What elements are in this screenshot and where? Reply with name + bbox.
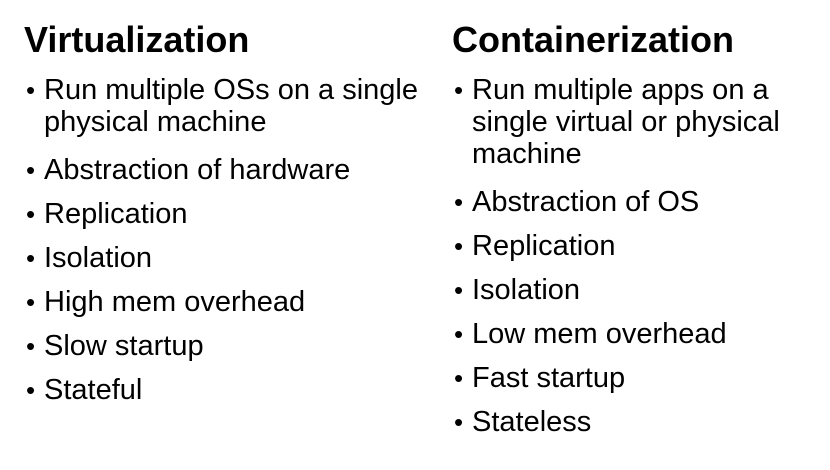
list-item-text: Fast startup bbox=[472, 362, 626, 394]
virtualization-list: • Run multiple OSs on a single physical … bbox=[24, 74, 424, 406]
list-item: • Slow startup bbox=[24, 330, 424, 362]
bullet-icon: • bbox=[454, 231, 464, 261]
list-item: • Abstraction of hardware bbox=[24, 154, 424, 186]
list-item: • Replication bbox=[24, 198, 424, 230]
containerization-column: Containerization • Run multiple apps on … bbox=[452, 18, 826, 450]
list-item: • Isolation bbox=[452, 274, 826, 306]
list-item: • Replication bbox=[452, 230, 826, 262]
list-item: • Low mem overhead bbox=[452, 318, 826, 350]
list-item: • Run multiple apps on a single virtual … bbox=[452, 74, 826, 170]
bullet-icon: • bbox=[454, 407, 464, 437]
list-item: • Run multiple OSs on a single physical … bbox=[24, 74, 424, 138]
bullet-icon: • bbox=[26, 243, 36, 273]
list-item-text: Replication bbox=[472, 230, 616, 262]
list-item-text: Run multiple OSs on a single physical ma… bbox=[44, 74, 418, 138]
comparison-slide: Virtualization • Run multiple OSs on a s… bbox=[0, 0, 830, 470]
list-item-text: Run multiple apps on a single virtual or… bbox=[472, 74, 780, 170]
bullet-icon: • bbox=[26, 287, 36, 317]
list-item-text: Abstraction of OS bbox=[472, 186, 700, 218]
containerization-title: Containerization bbox=[452, 19, 735, 60]
bullet-icon: • bbox=[26, 375, 36, 405]
bullet-icon: • bbox=[454, 319, 464, 349]
list-item: • Abstraction of OS bbox=[452, 186, 826, 218]
bullet-icon: • bbox=[26, 155, 36, 185]
list-item: • High mem overhead bbox=[24, 286, 424, 318]
list-item-text: Isolation bbox=[44, 242, 153, 274]
list-item-text: Stateless bbox=[472, 406, 592, 438]
virtualization-title: Virtualization bbox=[24, 19, 250, 60]
list-item: • Fast startup bbox=[452, 362, 826, 394]
list-item-text: Isolation bbox=[472, 274, 581, 306]
containerization-list: • Run multiple apps on a single virtual … bbox=[452, 74, 826, 438]
bullet-icon: • bbox=[454, 187, 464, 217]
list-item-text: Low mem overhead bbox=[472, 318, 727, 350]
list-item: • Stateful bbox=[24, 374, 424, 406]
bullet-icon: • bbox=[454, 363, 464, 393]
list-item: • Stateless bbox=[452, 406, 826, 438]
list-item-text: Stateful bbox=[44, 374, 143, 406]
bullet-icon: • bbox=[26, 331, 36, 361]
list-item: • Isolation bbox=[24, 242, 424, 274]
virtualization-column: Virtualization • Run multiple OSs on a s… bbox=[24, 18, 424, 418]
list-item-text: Abstraction of hardware bbox=[44, 154, 351, 186]
bullet-icon: • bbox=[454, 75, 464, 105]
bullet-icon: • bbox=[26, 75, 36, 105]
list-item-text: Slow startup bbox=[44, 330, 204, 362]
list-item-text: High mem overhead bbox=[44, 286, 306, 318]
bullet-icon: • bbox=[454, 275, 464, 305]
list-item-text: Replication bbox=[44, 198, 188, 230]
bullet-icon: • bbox=[26, 199, 36, 229]
